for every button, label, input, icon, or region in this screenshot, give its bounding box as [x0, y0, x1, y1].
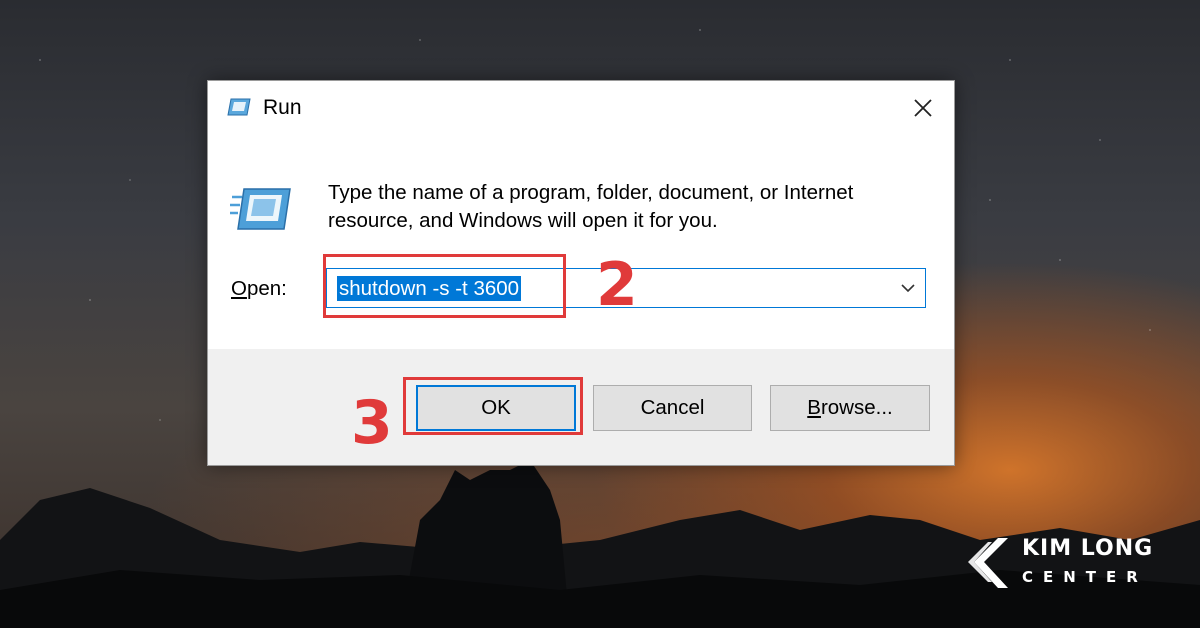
run-program-icon	[230, 188, 291, 230]
chevron-down-icon[interactable]	[897, 278, 919, 298]
run-app-icon	[227, 98, 251, 116]
browse-label: rowse...	[820, 396, 893, 419]
title-bar: Run	[208, 81, 954, 137]
open-label: Open:	[231, 277, 287, 301]
dialog-title: Run	[263, 96, 302, 119]
highlight-open-input	[323, 254, 566, 318]
open-label-text: pen:	[246, 277, 287, 300]
step-3-marker: 3	[351, 388, 393, 458]
cancel-button[interactable]: Cancel	[593, 385, 752, 431]
browse-button[interactable]: Browse...	[770, 385, 930, 431]
dialog-body: Type the name of a program, folder, docu…	[208, 137, 954, 349]
step-2-marker: 2	[596, 250, 638, 320]
browse-accelerator: B	[807, 396, 821, 419]
dialog-description: Type the name of a program, folder, docu…	[328, 181, 854, 232]
close-icon	[914, 99, 932, 117]
brand-logo: KIM LONG CENTER	[966, 532, 1176, 596]
open-label-accelerator: O	[231, 277, 247, 300]
brand-k-icon	[968, 538, 1008, 588]
highlight-ok-button	[403, 377, 583, 435]
brand-name-line2: CENTER	[1022, 568, 1148, 586]
brand-name-line1: KIM LONG	[1022, 536, 1154, 561]
close-button[interactable]	[906, 91, 940, 125]
